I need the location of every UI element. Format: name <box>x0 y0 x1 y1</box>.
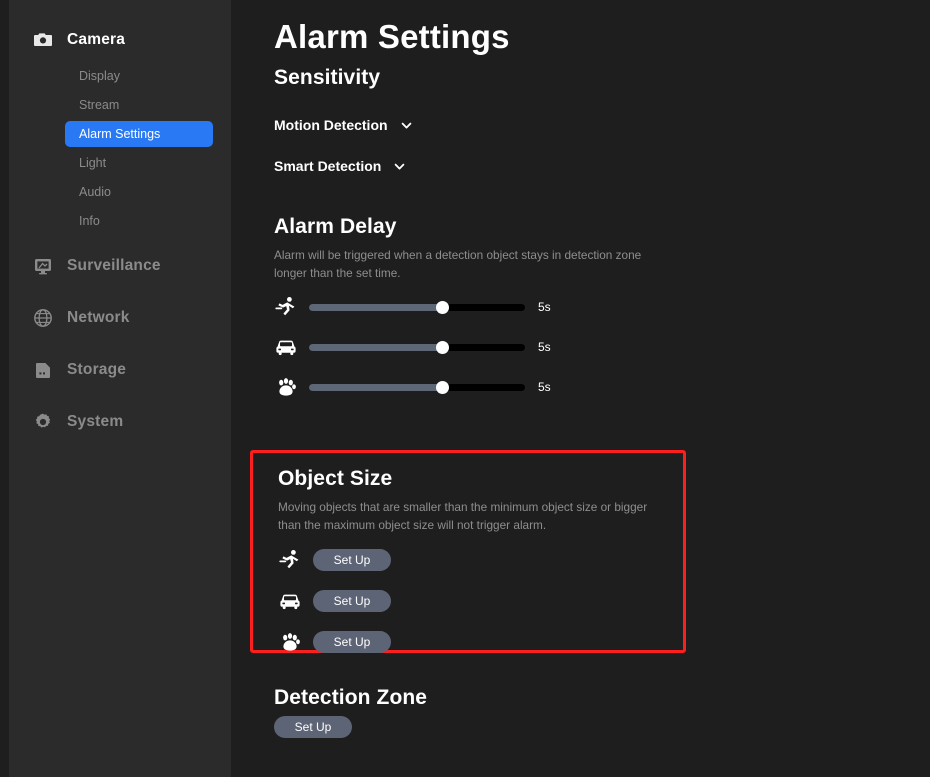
car-icon <box>278 590 302 612</box>
sidebar-item-display[interactable]: Display <box>65 63 213 89</box>
sidebar-group-network[interactable]: Network <box>9 298 231 338</box>
alarm-delay-row-person: 5s <box>274 292 930 322</box>
sidebar-item-label: Info <box>79 214 100 228</box>
sidebar-item-light[interactable]: Light <box>65 150 213 176</box>
chevron-down-icon[interactable] <box>393 160 406 173</box>
slider-thumb[interactable] <box>436 300 450 314</box>
section-title-sensitivity: Sensitivity <box>274 66 381 89</box>
sidebar-item-alarm-settings[interactable]: Alarm Settings <box>65 121 213 147</box>
sidebar-item-label: Audio <box>79 185 111 199</box>
car-icon <box>274 336 298 358</box>
sidebar-group-label: Camera <box>67 31 126 48</box>
monitor-icon <box>33 256 53 276</box>
alarm-delay-value-animal: 5s <box>538 380 551 395</box>
detection-zone-setup-button[interactable]: Set Up <box>274 716 352 738</box>
sidebar-item-label: Alarm Settings <box>79 127 161 141</box>
sidebar-group-camera[interactable]: Camera <box>9 20 231 60</box>
app-window: Camera Display Stream Alarm Settings Lig… <box>0 0 930 777</box>
page-title: Alarm Settings <box>274 18 510 55</box>
object-size-description: Moving objects that are smaller than the… <box>278 500 648 532</box>
sidebar-item-stream[interactable]: Stream <box>65 92 213 118</box>
gear-icon <box>33 412 53 432</box>
sidebar-group-label: System <box>67 413 124 430</box>
section-detection-zone: Detection Zone Set Up <box>274 686 427 738</box>
person-running-icon <box>278 549 302 571</box>
sidebar-group-label: Storage <box>67 361 127 378</box>
alarm-delay-row-vehicle: 5s <box>274 332 930 362</box>
object-size-setup-button-person[interactable]: Set Up <box>313 549 391 572</box>
accordion-label: Smart Detection <box>274 158 382 174</box>
accordion-label: Motion Detection <box>274 117 388 133</box>
alarm-delay-row-animal: 5s <box>274 372 930 402</box>
alarm-delay-value-person: 5s <box>538 300 551 315</box>
sidebar-group-storage[interactable]: Storage <box>9 350 231 390</box>
sidebar-item-label: Light <box>79 156 107 170</box>
object-size-row-vehicle: Set Up <box>278 586 683 616</box>
chevron-down-icon[interactable] <box>400 119 413 132</box>
alarm-delay-description: Alarm will be triggered when a detection… <box>274 248 642 280</box>
sidebar-item-audio[interactable]: Audio <box>65 179 213 205</box>
person-running-icon <box>274 296 298 318</box>
paw-icon <box>274 376 298 398</box>
section-title-detection-zone: Detection Zone <box>274 686 428 709</box>
slider-thumb[interactable] <box>436 380 450 394</box>
left-gutter <box>0 0 9 777</box>
sidebar-item-label: Display <box>79 69 120 83</box>
accordion-motion-detection[interactable]: Motion Detection <box>274 110 444 140</box>
sidebar-group-system[interactable]: System <box>9 402 231 442</box>
sidebar-group-surveillance[interactable]: Surveillance <box>9 246 231 286</box>
main-content: Alarm Settings Sensitivity Motion Detect… <box>231 0 930 777</box>
sidebar-item-info[interactable]: Info <box>65 208 213 234</box>
object-size-setup-button-animal[interactable]: Set Up <box>313 631 391 654</box>
section-title-object-size: Object Size <box>278 467 393 490</box>
alarm-delay-value-vehicle: 5s <box>538 340 551 355</box>
sidebar-group-label: Network <box>67 309 130 326</box>
object-size-row-animal: Set Up <box>278 627 683 657</box>
object-size-row-person: Set Up <box>278 545 683 575</box>
accordion-smart-detection[interactable]: Smart Detection <box>274 151 444 181</box>
section-title-alarm-delay: Alarm Delay <box>274 215 397 238</box>
section-object-size: Object Size Moving objects that are smal… <box>250 450 686 654</box>
alarm-delay-slider-animal[interactable] <box>309 380 525 394</box>
sdcard-icon <box>33 360 53 380</box>
alarm-delay-slider-vehicle[interactable] <box>309 340 525 354</box>
slider-thumb[interactable] <box>436 340 450 354</box>
camera-icon <box>33 30 53 50</box>
object-size-setup-button-vehicle[interactable]: Set Up <box>313 590 391 613</box>
sidebar: Camera Display Stream Alarm Settings Lig… <box>9 0 231 777</box>
section-alarm-delay: Alarm Delay Alarm will be triggered when… <box>274 215 930 402</box>
globe-icon <box>33 308 53 328</box>
sidebar-group-label: Surveillance <box>67 257 161 274</box>
alarm-delay-slider-person[interactable] <box>309 300 525 314</box>
paw-icon <box>278 631 302 653</box>
sidebar-item-label: Stream <box>79 98 120 112</box>
